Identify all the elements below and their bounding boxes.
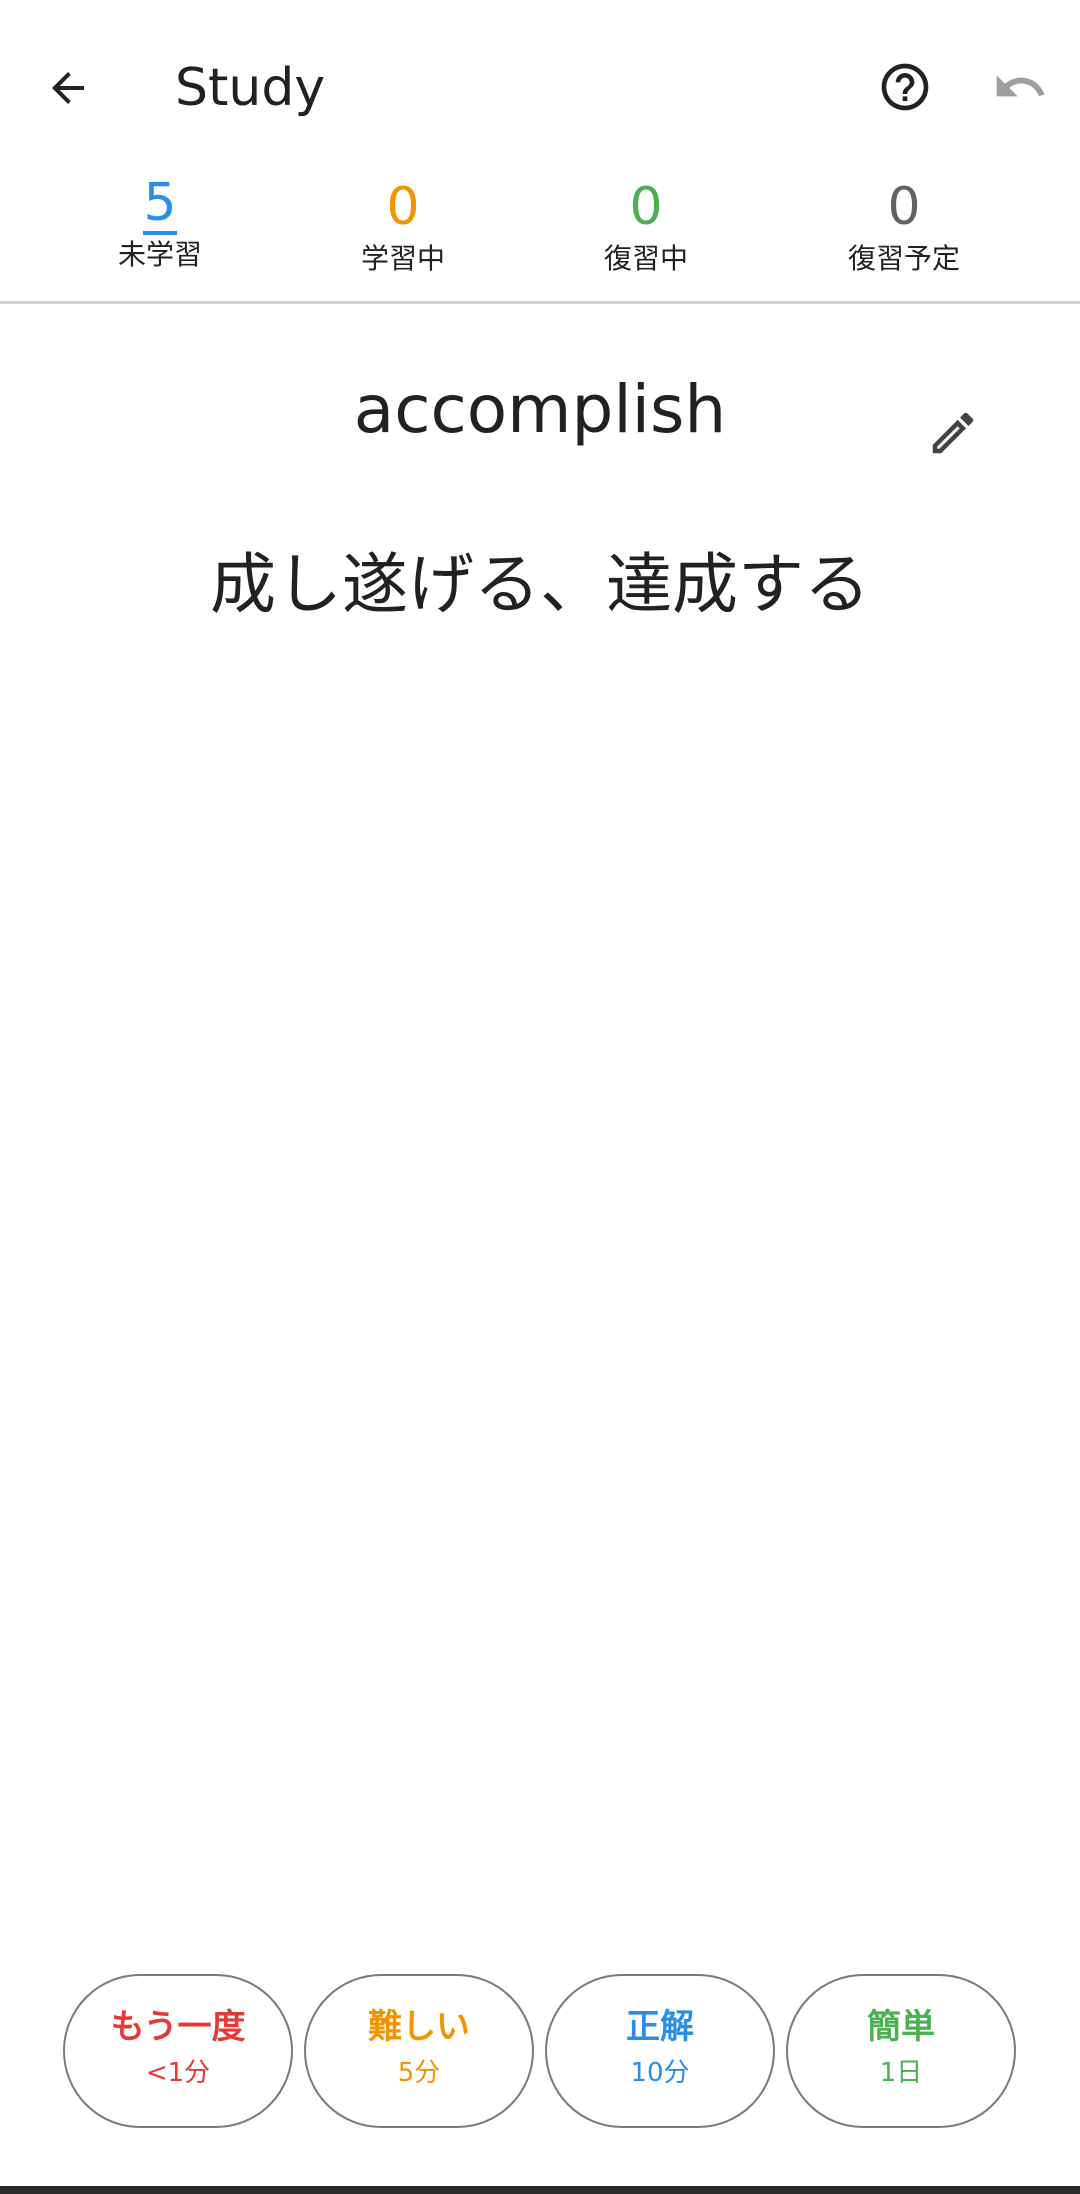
learning-label: 学習中 [360,242,445,275]
pencil-icon [932,412,974,454]
counter-scheduled: 0 復習予定 [804,175,1004,279]
counter-learning: 0 学習中 [303,175,503,279]
new-count: 5 [143,173,177,235]
undo-icon [996,75,1045,97]
easy-label: 簡単 [867,2007,935,2047]
counter-new: 5 未学習 [60,175,260,275]
again-button[interactable]: もう一度 <1分 [63,1974,293,2128]
good-button[interactable]: 正解 10分 [545,1974,775,2128]
study-screen: Study 5 未学習 0 学習中 0 復習中 0 復習予定 accomplis… [0,0,1080,2194]
learning-count: 0 [386,177,420,237]
hard-interval: 5分 [397,2058,441,2088]
hard-label: 難しい [368,2007,470,2047]
counter-review: 0 復習中 [546,175,746,279]
easy-button[interactable]: 簡単 1日 [786,1974,1016,2128]
good-label: 正解 [626,2007,694,2047]
back-button[interactable] [30,50,106,126]
again-interval: <1分 [145,2058,211,2088]
new-label: 未学習 [117,238,202,271]
header-divider [0,301,1080,304]
help-circle-icon [881,63,929,111]
undo-button[interactable] [985,52,1055,122]
edit-card-button[interactable] [918,398,988,468]
hard-button[interactable]: 難しい 5分 [304,1974,534,2128]
review-label: 復習中 [603,242,688,275]
again-label: もう一度 [110,2007,246,2047]
top-app-bar: Study [0,0,1080,175]
card-meaning: 成し遂げる、達成する [210,546,870,623]
arrow-left-icon [52,72,84,104]
easy-interval: 1日 [879,2058,923,2088]
scheduled-count: 0 [887,177,921,237]
card-counters: 5 未学習 0 学習中 0 復習中 0 復習予定 [0,175,1080,300]
answer-buttons: もう一度 <1分 難しい 5分 正解 10分 簡単 1日 [0,1974,1080,2128]
system-nav-bar [0,2186,1080,2194]
help-button[interactable] [870,52,940,122]
review-count: 0 [629,177,663,237]
page-title: Study [175,58,326,118]
scheduled-label: 復習予定 [847,242,960,275]
good-interval: 10分 [630,2058,690,2088]
